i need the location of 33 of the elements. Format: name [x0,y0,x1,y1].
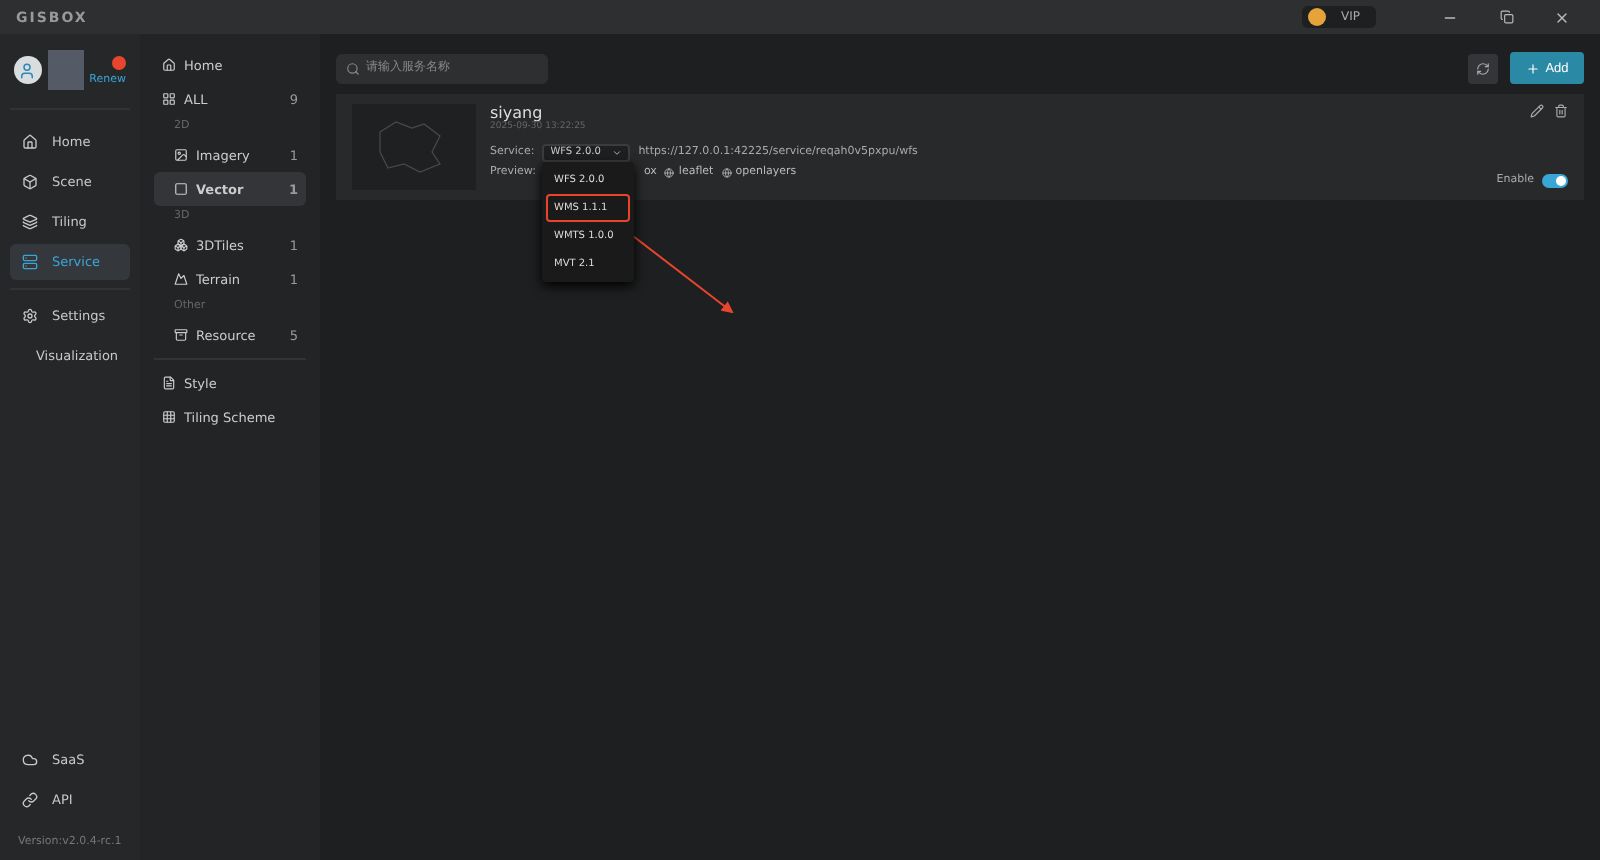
cubes-icon [174,238,188,252]
image-icon [174,148,188,162]
refresh-icon [1476,61,1490,75]
link-icon [22,792,38,808]
blurred-name-block [47,50,84,90]
map-thumbnail [352,104,476,190]
search-icon [346,61,360,75]
service-name: siyang [490,104,545,122]
grid-icon [162,410,176,424]
chevron-down-icon [612,147,623,157]
avatar[interactable] [14,56,42,84]
house-icon [162,58,176,72]
plus-icon [1525,61,1540,75]
layers-icon [22,214,38,230]
enable-toggle[interactable] [1542,173,1568,187]
coin-icon [1307,8,1325,26]
notification-dot [112,55,126,69]
globe-icon [664,167,675,177]
close-icon [1554,9,1570,25]
house-icon [22,134,38,150]
globe-icon [721,167,732,177]
cloud-icon [22,752,38,768]
settings-icon [22,308,38,324]
square-icon [174,182,188,196]
mountain-icon [174,272,188,286]
cube-icon [22,174,38,190]
server-icon [22,254,38,270]
grid-icon [162,92,176,106]
delete-icon[interactable] [1554,104,1568,118]
archive-icon [174,328,188,342]
refresh-button[interactable] [1468,53,1498,83]
edit-icon[interactable] [1530,104,1544,118]
restore-icon [1499,10,1513,24]
